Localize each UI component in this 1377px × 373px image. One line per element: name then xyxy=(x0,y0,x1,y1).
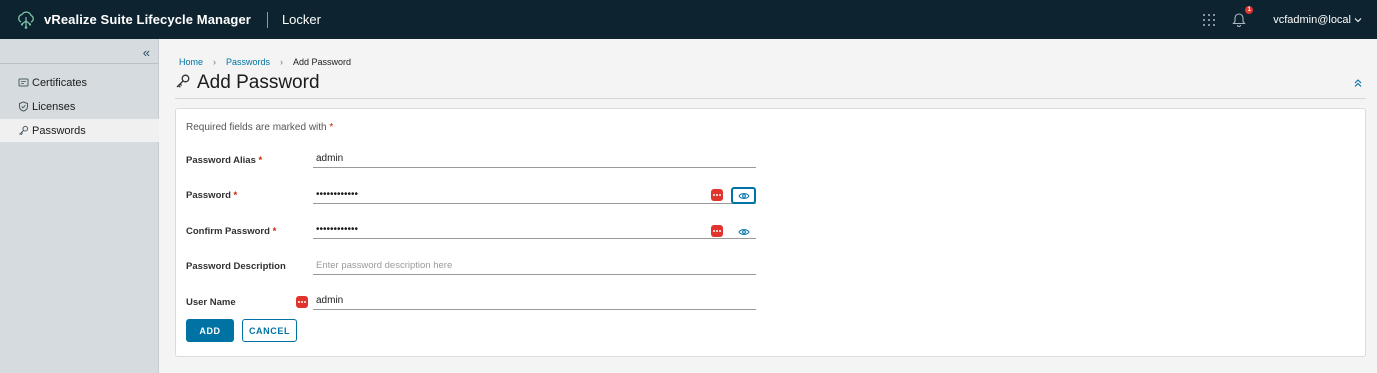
user-name-label: User Name xyxy=(186,297,236,308)
sidebar-item-licenses[interactable]: Licenses xyxy=(0,95,159,118)
label-text: Password Description xyxy=(186,261,286,272)
breadcrumb-current: Add Password xyxy=(293,57,352,67)
password-alias-label: Password Alias * xyxy=(186,155,262,166)
password-manager-icon[interactable] xyxy=(296,296,308,308)
sidebar: « Certificates Licenses Passwords xyxy=(0,39,159,373)
chevron-right-icon: › xyxy=(280,57,284,67)
certificate-icon xyxy=(18,77,29,88)
header-divider xyxy=(266,11,268,28)
sidebar-divider xyxy=(0,63,159,64)
sidebar-item-label: Licenses xyxy=(32,100,76,113)
user-menu[interactable]: vcfadmin@local xyxy=(1273,14,1362,26)
page-header: Add Password xyxy=(175,72,320,94)
section-title: Locker xyxy=(281,12,321,27)
password-label: Password * xyxy=(186,190,237,201)
key-icon xyxy=(18,125,29,136)
sidebar-item-label: Passwords xyxy=(32,124,86,137)
sidebar-collapse-icon[interactable]: « xyxy=(143,45,150,60)
page-title: Add Password xyxy=(197,72,320,93)
user-name-input[interactable]: admin xyxy=(313,292,756,310)
chevron-right-icon: › xyxy=(213,57,217,67)
show-password-eye-icon[interactable] xyxy=(731,187,756,204)
key-icon xyxy=(175,73,191,94)
license-shield-icon xyxy=(18,101,29,112)
notification-badge: 1 xyxy=(1245,5,1254,14)
sidebar-item-label: Certificates xyxy=(32,76,88,89)
required-note-text: Required fields are marked with xyxy=(186,122,327,133)
password-description-label: Password Description xyxy=(186,261,286,272)
sidebar-item-passwords[interactable]: Passwords xyxy=(0,119,159,142)
required-note: Required fields are marked with * xyxy=(186,122,333,133)
top-header: vRealize Suite Lifecycle Manager Locker … xyxy=(0,0,1377,39)
confirm-password-input[interactable]: •••••••••••• xyxy=(313,221,756,239)
required-star: * xyxy=(233,190,238,201)
double-chevron-up-icon[interactable] xyxy=(1353,78,1363,91)
required-star: * xyxy=(329,122,334,133)
required-star: * xyxy=(258,155,263,166)
label-text: Password xyxy=(186,190,231,201)
breadcrumb-passwords[interactable]: Passwords xyxy=(226,57,270,67)
header-actions: 1 vcfadmin@local xyxy=(1203,0,1377,39)
password-input[interactable]: •••••••••••• xyxy=(313,186,756,204)
notifications-button[interactable]: 1 xyxy=(1231,5,1254,28)
user-name: vcfadmin@local xyxy=(1273,13,1351,26)
breadcrumb: Home › Passwords › Add Password xyxy=(179,57,351,67)
chevron-down-icon xyxy=(1354,17,1362,22)
app-title: vRealize Suite Lifecycle Manager xyxy=(44,12,251,27)
password-description-input[interactable]: Enter password description here xyxy=(313,257,756,275)
confirm-password-label: Confirm Password * xyxy=(186,226,276,237)
cancel-button[interactable]: CANCEL xyxy=(242,319,297,342)
app-grid-icon[interactable] xyxy=(1203,13,1216,26)
bell-icon xyxy=(1232,12,1246,27)
required-star: * xyxy=(272,226,277,237)
label-text: Confirm Password xyxy=(186,226,270,237)
password-manager-icon[interactable] xyxy=(711,225,723,237)
password-alias-input[interactable]: admin xyxy=(313,150,756,168)
show-confirm-password-eye-icon[interactable] xyxy=(731,224,756,239)
label-text: User Name xyxy=(186,297,236,308)
sidebar-item-certificates[interactable]: Certificates xyxy=(0,71,159,94)
label-text: Password Alias xyxy=(186,155,256,166)
breadcrumb-home[interactable]: Home xyxy=(179,57,203,67)
password-manager-icon[interactable] xyxy=(711,189,723,201)
title-divider xyxy=(175,98,1366,99)
add-button[interactable]: ADD xyxy=(186,319,234,342)
vrealize-logo-icon[interactable] xyxy=(15,9,37,31)
